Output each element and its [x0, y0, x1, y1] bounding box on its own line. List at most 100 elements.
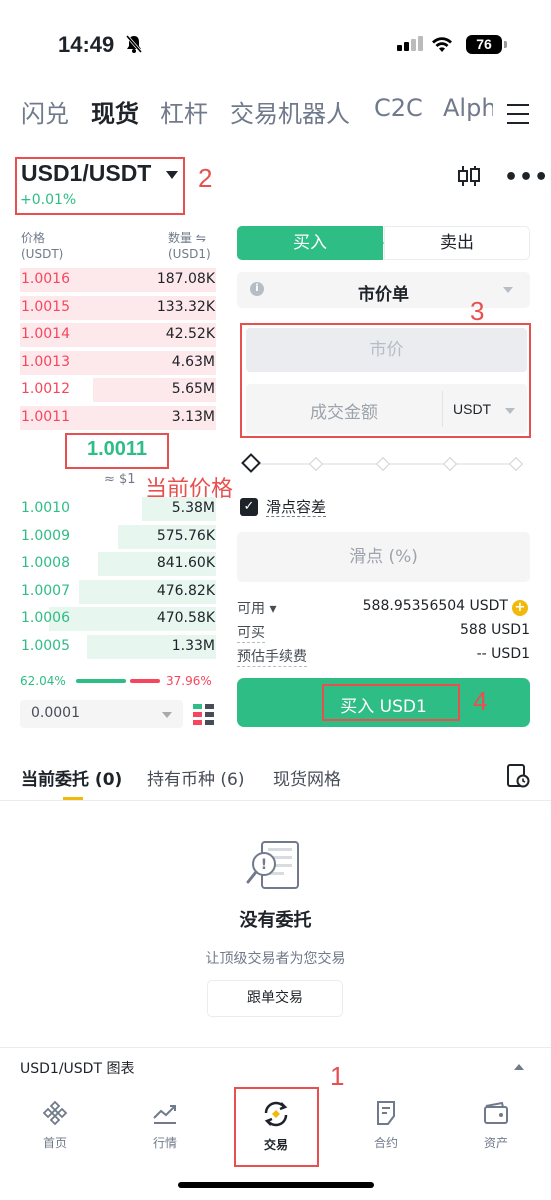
- more-icon[interactable]: •••: [504, 165, 549, 190]
- bid-qty: 575.76K: [156, 527, 215, 544]
- sell-ratio-bar: [130, 679, 160, 683]
- slider-mark-75[interactable]: [442, 456, 458, 472]
- tab-open-orders[interactable]: 当前委托 (0): [21, 765, 122, 790]
- chevron-up-icon[interactable]: [514, 1064, 524, 1070]
- add-funds-icon[interactable]: +: [512, 600, 528, 616]
- nav-futures[interactable]: 合约: [351, 1100, 421, 1151]
- nav-futures-label: 合约: [373, 1136, 398, 1150]
- bid-price: 1.0009: [21, 527, 70, 544]
- bid-price: 1.0010: [21, 500, 70, 516]
- nav-home-label: 首页: [42, 1136, 67, 1150]
- battery-indicator: 76: [466, 35, 507, 54]
- bid-price: 1.0008: [21, 555, 70, 572]
- ask-qty: 4.63M: [171, 353, 215, 370]
- tab-alpha[interactable]: Alph: [443, 94, 493, 122]
- divider: [0, 800, 551, 801]
- empty-orders-icon: !: [246, 841, 299, 889]
- signal-icon: [397, 36, 423, 51]
- slippage-checkbox[interactable]: ✓: [240, 498, 258, 516]
- tab-holdings[interactable]: 持有币种 (6): [147, 765, 244, 790]
- annotation-number-1: 1: [330, 1061, 345, 1091]
- bid-row[interactable]: 1.0007 476.82K: [20, 579, 216, 605]
- slippage-input[interactable]: 滑点 (%): [237, 532, 530, 582]
- nav-assets[interactable]: 资产: [461, 1100, 531, 1151]
- bid-row[interactable]: 1.0005 1.33M: [20, 634, 216, 660]
- empty-state-title: 没有委托: [239, 910, 312, 931]
- ask-row[interactable]: 1.0016 187.08K: [20, 267, 216, 293]
- wallet-icon: [484, 1101, 508, 1124]
- bid-price: 1.0005: [21, 638, 70, 654]
- precision-select[interactable]: 0.0001: [20, 700, 183, 728]
- market-price-field: 市价: [246, 328, 527, 372]
- ask-price: 1.0015: [21, 298, 70, 315]
- bid-qty: 1.33M: [171, 638, 215, 654]
- bid-price: 1.0007: [21, 582, 70, 599]
- ask-row[interactable]: 1.0015 133.32K: [20, 295, 216, 321]
- ask-row[interactable]: 1.0011 3.13M: [20, 405, 216, 431]
- ask-row[interactable]: 1.0012 5.65M: [20, 377, 216, 403]
- slider-mark-25[interactable]: [308, 456, 324, 472]
- amount-unit-select[interactable]: USDT: [453, 401, 491, 417]
- available-value: 588.95356504 USDT: [362, 598, 508, 614]
- tab-buy[interactable]: 买入: [237, 226, 383, 260]
- amount-input[interactable]: 成交金额: [246, 398, 442, 423]
- svg-text:!: !: [261, 857, 267, 873]
- bid-row[interactable]: 1.0006 470.58K: [20, 606, 216, 632]
- available-row: 可用 ▾ 588.95356504 USDT: [237, 598, 530, 620]
- ask-price: 1.0014: [21, 326, 70, 343]
- candlestick-icon[interactable]: [456, 163, 482, 189]
- ask-qty: 133.32K: [156, 298, 215, 315]
- slider-handle[interactable]: [241, 453, 261, 473]
- fee-label[interactable]: 预估手续费: [237, 646, 307, 667]
- ob-qty-unit: (USD1): [168, 247, 211, 261]
- status-bar: 14:49 76: [0, 0, 551, 90]
- slider-mark-50[interactable]: [375, 456, 391, 472]
- ask-price: 1.0016: [21, 271, 70, 287]
- menu-icon[interactable]: [507, 104, 529, 124]
- slippage-checkbox-label[interactable]: 滑点容差: [266, 498, 327, 517]
- nav-markets-label: 行情: [152, 1136, 177, 1150]
- can-buy-row: 可买 588 USD1: [237, 622, 530, 644]
- ask-price: 1.0011: [21, 409, 70, 425]
- annotation-number-2: 2: [198, 163, 213, 193]
- tab-convert[interactable]: 闪兑: [21, 94, 69, 129]
- orderbook-layout-icon[interactable]: [193, 703, 215, 725]
- market-type-tabs: 闪兑 现货 杠杆 交易机器人 C2C Alph: [0, 94, 551, 138]
- ob-price-header: 价格: [21, 231, 46, 245]
- fee-row: 预估手续费 -- USD1: [237, 646, 530, 668]
- copy-trading-button[interactable]: 跟单交易: [207, 980, 343, 1017]
- pair-selector[interactable]: USD1/USDT: [21, 160, 151, 187]
- bid-qty: 5.38M: [171, 500, 215, 516]
- chevron-down-icon[interactable]: [505, 408, 515, 414]
- wifi-icon: [432, 37, 452, 52]
- ask-qty: 3.13M: [171, 409, 215, 425]
- slider-mark-100[interactable]: [508, 456, 524, 472]
- tab-margin[interactable]: 杠杆: [160, 94, 208, 129]
- available-label[interactable]: 可用 ▾: [237, 598, 276, 618]
- bid-row[interactable]: 1.0009 575.76K: [20, 524, 216, 550]
- chevron-down-icon[interactable]: [162, 712, 172, 718]
- tab-buy-arrow: [371, 226, 384, 260]
- bid-row[interactable]: 1.0010 5.38M: [20, 496, 216, 522]
- tab-spot-grid[interactable]: 现货网格: [273, 765, 341, 790]
- empty-state-subtitle: 让顶级交易者为您交易: [205, 951, 346, 967]
- ob-qty-header[interactable]: 数量 ⇋: [168, 229, 206, 246]
- tab-c2c[interactable]: C2C: [374, 94, 423, 122]
- annotation-box-1: [234, 1087, 319, 1167]
- tab-trading-bots[interactable]: 交易机器人: [230, 94, 350, 129]
- nav-home[interactable]: 首页: [20, 1100, 90, 1151]
- bid-price: 1.0006: [21, 610, 70, 627]
- bid-row[interactable]: 1.0008 841.60K: [20, 551, 216, 577]
- bell-off-icon: [125, 35, 143, 53]
- nav-markets[interactable]: 行情: [130, 1100, 200, 1151]
- order-type-label: 市价单: [358, 285, 409, 305]
- ask-row[interactable]: 1.0014 42.52K: [20, 322, 216, 348]
- ask-qty: 5.65M: [171, 381, 215, 398]
- chart-toggle-label[interactable]: USD1/USDT 图表: [20, 1058, 134, 1078]
- tab-sell[interactable]: 卖出: [384, 226, 530, 260]
- chevron-down-icon[interactable]: [166, 171, 178, 179]
- order-history-icon[interactable]: [506, 763, 530, 789]
- tab-spot[interactable]: 现货: [91, 94, 139, 129]
- ask-row[interactable]: 1.0013 4.63M: [20, 350, 216, 376]
- current-price-usd: ≈ $1: [104, 472, 136, 487]
